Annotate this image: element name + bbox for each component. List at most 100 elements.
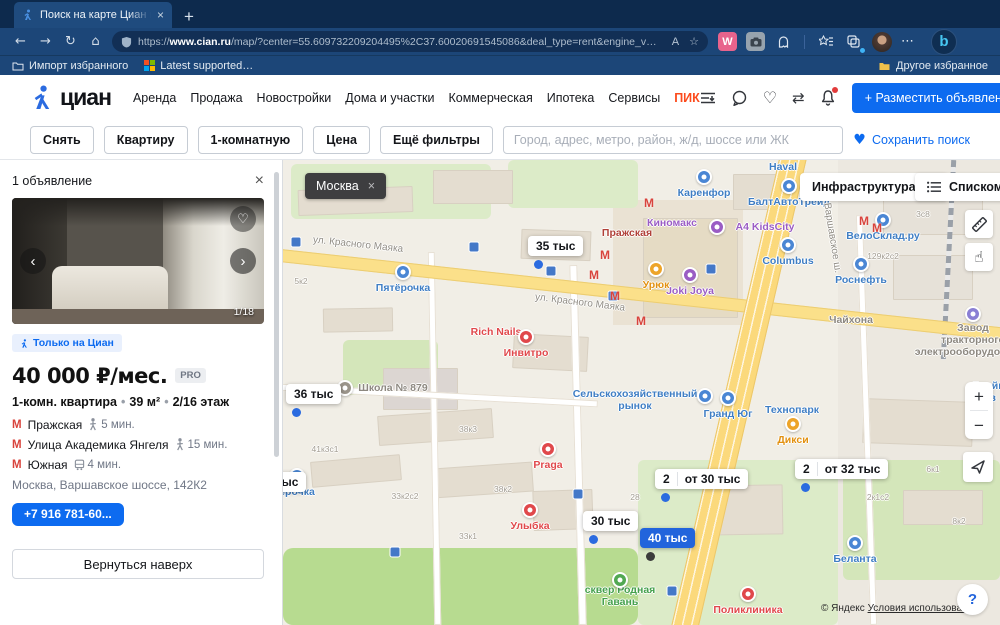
saved-searches-icon[interactable]	[700, 91, 716, 105]
ghost-extension-icon[interactable]	[774, 32, 793, 51]
geo-search-input[interactable]	[503, 126, 844, 154]
cian-favicon	[22, 9, 34, 21]
poi-icon	[720, 390, 736, 406]
help-button[interactable]: ?	[957, 584, 988, 615]
bookmark-star-icon[interactable]: ☆	[689, 35, 699, 48]
camera-icon	[750, 37, 762, 47]
map-price-pin[interactable]: 30 тыс	[583, 511, 638, 531]
metro-list: МПражская 5 мин.МУлица Академика Янгеля …	[12, 418, 264, 472]
map-poi-label: Роснефть	[835, 274, 887, 286]
listing-price[interactable]: 40 000 ₽/мес.	[12, 364, 167, 388]
map-price-pin[interactable]: 40 тыс	[640, 528, 695, 548]
nav-item[interactable]: Коммерческая	[448, 91, 532, 105]
messages-icon[interactable]	[731, 90, 748, 106]
home-button[interactable]: ⌂	[83, 34, 108, 49]
map-poi-label: Columbus	[762, 255, 813, 267]
nav-item[interactable]: Аренда	[133, 91, 176, 105]
zoom-in-button[interactable]: +	[965, 382, 993, 410]
filter-chip[interactable]: Ещё фильтры	[380, 126, 493, 154]
reader-mode-icon[interactable]: A	[672, 36, 679, 48]
cian-logo[interactable]: циан	[30, 84, 111, 111]
bus-stop-icon	[390, 547, 401, 558]
screenshot-extension-icon[interactable]	[746, 32, 765, 51]
pin-price: 40 тыс	[648, 531, 687, 545]
ruler-tool-button[interactable]	[965, 210, 993, 238]
tab-close-icon[interactable]: ×	[157, 8, 164, 22]
overflow-menu-icon[interactable]: ⋯	[901, 34, 914, 49]
sync-badge	[859, 47, 866, 54]
nav-item[interactable]: Дома и участки	[345, 91, 434, 105]
map-price-pin[interactable]: 2от 30 тыс	[655, 469, 748, 489]
wikipedia-extension-icon[interactable]: W	[718, 32, 737, 51]
yandex-copyright: © Яндекс	[821, 603, 865, 614]
map-canvas[interactable]: Москва × Инфраструктура Списком ☝ + −	[283, 160, 1000, 625]
notifications-bell-icon[interactable]	[820, 89, 836, 106]
save-search-button[interactable]: ♥ Сохранить поиск	[853, 132, 970, 148]
map-poi-label: Гранд Юг	[704, 408, 753, 420]
back-to-top-button[interactable]: Вернуться наверх	[12, 549, 264, 579]
locate-me-button[interactable]	[963, 452, 993, 482]
back-button[interactable]: ←	[8, 34, 33, 49]
metro-station[interactable]: Улица Академика Янгеля	[28, 438, 169, 452]
map-price-pin[interactable]: 36 тыс	[286, 384, 341, 404]
bus-stop-icon	[667, 586, 678, 597]
transit-icon	[74, 459, 85, 471]
list-view-button[interactable]: Списком	[915, 173, 1000, 201]
metro-station[interactable]: Южная	[28, 458, 68, 472]
poi-icon	[709, 219, 725, 235]
new-tab-button[interactable]: +	[184, 8, 194, 25]
photo-floor-area	[12, 309, 264, 324]
bookmark-latest-supported[interactable]: Latest supported…	[144, 60, 253, 72]
photo-next-button[interactable]: ›	[230, 248, 256, 274]
compare-icon[interactable]: ⇄	[792, 89, 805, 107]
metro-marker-icon: М	[636, 315, 646, 329]
collections-extension-icon[interactable]	[844, 32, 863, 51]
bookmark-other-favorites[interactable]: Другое избранное	[878, 60, 988, 72]
filter-chip[interactable]: Снять	[30, 126, 94, 154]
nav-item[interactable]: Ипотека	[547, 91, 595, 105]
panel-scrollbar[interactable]	[274, 172, 279, 457]
poi-icon	[522, 502, 538, 518]
browser-tab[interactable]: Поиск на карте Циан в Моск ×	[14, 2, 172, 28]
map-poi-label: Урюк	[643, 279, 670, 291]
forward-button[interactable]: →	[33, 34, 58, 49]
bookmarks-list-icon[interactable]	[816, 32, 835, 51]
map-price-pin[interactable]: 2от 32 тыс	[795, 459, 888, 479]
favorites-heart-icon[interactable]: ♡	[763, 88, 777, 107]
metro-m-icon: М	[12, 459, 22, 471]
nav-item[interactable]: Сервисы	[608, 91, 660, 105]
map-pin-dot	[534, 260, 543, 269]
house-number-label: 38к2	[494, 485, 512, 495]
region-chip[interactable]: Москва ×	[305, 173, 386, 199]
url-bar[interactable]: https://www.cian.ru/map/?center=55.60973…	[112, 31, 708, 52]
nav-item[interactable]: Новостройки	[257, 91, 332, 105]
panel-close-icon[interactable]: ×	[255, 173, 264, 189]
metro-station[interactable]: Пражская	[28, 418, 83, 432]
phone-button[interactable]: +7 916 781-60...	[12, 503, 124, 526]
zoom-out-button[interactable]: −	[965, 411, 993, 439]
filter-chip[interactable]: 1-комнатную	[198, 126, 304, 154]
filter-chip[interactable]: Квартиру	[104, 126, 188, 154]
bing-copilot-icon[interactable]: b	[931, 29, 957, 55]
hand-tool-button[interactable]: ☝	[965, 243, 993, 271]
map-poi-label: ВелоСклад.ру	[846, 230, 920, 242]
location-arrow-icon	[970, 459, 986, 475]
bookmark-import-favorites[interactable]: Импорт избранного	[12, 60, 128, 72]
nav-item[interactable]: ПИК	[674, 91, 700, 105]
photo-prev-button[interactable]: ‹	[20, 248, 46, 274]
nav-item[interactable]: Продажа	[190, 91, 242, 105]
metro-m-icon: М	[12, 419, 22, 431]
map-price-pin[interactable]: 35 тыс	[528, 236, 583, 256]
screen: Поиск на карте Циан в Моск × + ← → ↻ ⌂ h…	[0, 0, 1000, 625]
listing-photo[interactable]: ‹ › ♡ 1/18	[12, 198, 264, 324]
map-price-pin[interactable]: 36 тыс	[283, 472, 306, 492]
logo-text: циан	[60, 84, 111, 111]
photo-favorite-button[interactable]: ♡	[230, 206, 256, 232]
metro-marker-icon: М	[610, 290, 620, 304]
post-listing-button[interactable]: + Разместить объявление	[852, 83, 1000, 113]
reload-button[interactable]: ↻	[58, 34, 83, 49]
map-pin-dot	[589, 535, 598, 544]
region-chip-close-icon[interactable]: ×	[368, 179, 375, 193]
filter-chip[interactable]: Цена	[313, 126, 370, 154]
browser-profile-avatar[interactable]	[872, 32, 892, 52]
